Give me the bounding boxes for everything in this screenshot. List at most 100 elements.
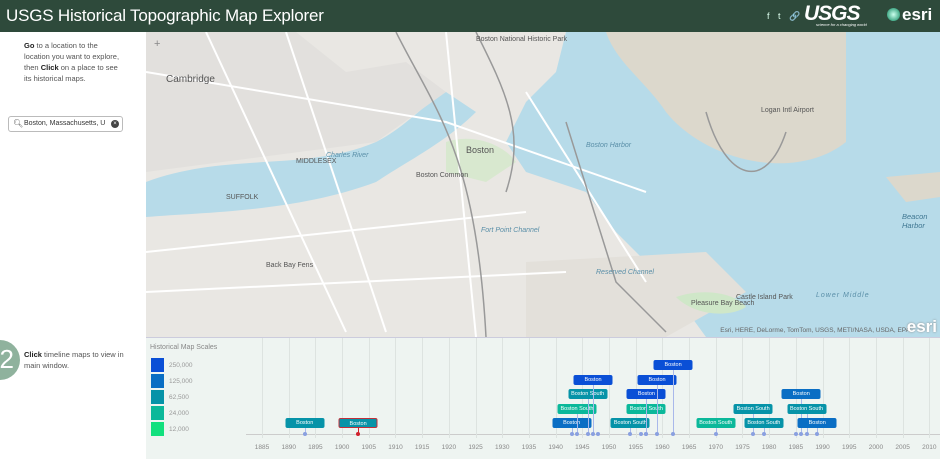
timeline-map-tag[interactable]: Boston South: [733, 403, 773, 414]
map-label: Pleasure Bay Beach: [691, 300, 755, 307]
map-view[interactable]: + Cambridge Boston Boston Harbor Logan I…: [146, 32, 940, 337]
legend-title: Historical Map Scales: [150, 344, 218, 351]
step2-badge: 2: [0, 340, 20, 380]
timeline-map-tag[interactable]: Boston: [285, 418, 325, 428]
timeline-map-tag[interactable]: Boston: [338, 418, 378, 428]
year-tick-label: 1900: [334, 444, 350, 451]
search-input[interactable]: 🔍︎ Boston, Massachusetts, U ×: [8, 116, 123, 132]
timeline-map-tag[interactable]: Boston South: [610, 418, 650, 428]
app-title: USGS Historical Topographic Map Explorer: [6, 6, 324, 25]
year-tick-label: 1915: [414, 444, 430, 451]
year-tick-label: 1890: [281, 444, 296, 451]
scale-swatch: [151, 406, 164, 420]
year-tick-label: 1990: [815, 444, 830, 451]
timeline-dot[interactable]: [793, 432, 798, 436]
timeline-map-tag[interactable]: Boston South: [568, 389, 608, 399]
timeline-dot[interactable]: [591, 432, 595, 436]
timeline-dot[interactable]: [574, 432, 579, 436]
gridline: [262, 338, 263, 438]
timeline-panel: Historical Map Scales 250,000 125,000 62,5…: [146, 337, 940, 459]
zoom-in-button[interactable]: +: [154, 38, 160, 50]
timeline-map-tag[interactable]: Boston: [637, 374, 677, 385]
scale-label: 125,000: [169, 378, 193, 385]
map-label: Lower Middle: [816, 292, 870, 299]
year-tick-label: 1965: [681, 444, 697, 451]
timeline-dot[interactable]: [596, 432, 601, 436]
step1-instructions: Go to a location to the location you wan…: [24, 41, 120, 83]
timeline-dot[interactable]: [356, 432, 361, 436]
esri-globe-icon: [887, 8, 900, 21]
year-tick-label: 1925: [468, 444, 483, 451]
link-icon[interactable]: 🔗: [789, 11, 800, 21]
year-tick-label: 1940: [548, 444, 563, 451]
gridline: [609, 338, 610, 438]
gridline: [875, 338, 877, 438]
map-label: Boston Common: [416, 172, 469, 179]
year-tick-label: 1910: [388, 444, 403, 451]
map-label: Back Bay Fens: [266, 262, 314, 269]
usgs-tagline: science for a changing world: [816, 22, 867, 27]
timeline-map-tag[interactable]: Boston: [653, 360, 693, 370]
year-tick-label: 1920: [441, 444, 457, 451]
scale-label: 62,500: [169, 394, 189, 401]
year-tick-label: 1955: [628, 444, 643, 451]
timeline-dot[interactable]: [655, 432, 660, 436]
map-label: Reserved Channel: [596, 269, 654, 276]
map-label: Castle Island Park: [736, 294, 793, 301]
timeline-dot[interactable]: [569, 432, 574, 436]
esri-map-logo: esri: [906, 317, 937, 336]
year-tick-label: 1905: [361, 444, 377, 451]
map-label: Boston Harbor: [586, 142, 632, 149]
year-tick-label: 2005: [895, 444, 910, 451]
year-tick-label: 1885: [254, 444, 270, 451]
timeline-map-tag[interactable]: Boston: [626, 389, 666, 399]
timeline-map-tag[interactable]: Boston South: [696, 418, 736, 428]
timeline-dot[interactable]: [761, 432, 766, 436]
timeline-map-tag[interactable]: Boston: [797, 418, 837, 428]
timeline-dot[interactable]: [815, 432, 820, 436]
scale-label: 12,000: [169, 426, 189, 433]
gridline: [662, 338, 664, 438]
step2-instructions: Click timeline maps to view in main wind…: [24, 350, 124, 370]
gridline: [742, 338, 744, 438]
map-label: Cambridge: [166, 74, 215, 85]
year-tick-label: 1930: [495, 444, 510, 451]
timeline-dot[interactable]: [302, 432, 307, 436]
timeline-dot[interactable]: [585, 432, 590, 436]
timeline-dot[interactable]: [628, 432, 633, 436]
scale-swatch: [151, 358, 164, 372]
timeline-dot[interactable]: [804, 432, 809, 436]
timeline-dot[interactable]: [799, 432, 804, 436]
facebook-icon[interactable]: f: [767, 11, 775, 21]
year-tick-label: 1935: [521, 444, 537, 451]
sidebar: Go to a location to the location you wan…: [0, 32, 146, 459]
year-tick-label: 1975: [735, 444, 750, 451]
timeline-dot[interactable]: [751, 432, 756, 436]
map-label: Boston: [466, 145, 495, 155]
timeline-map-tag[interactable]: Boston South: [557, 403, 597, 414]
map-label: Boston National Historic Park: [476, 36, 568, 43]
year-tick-label: 1970: [708, 444, 724, 451]
clear-icon[interactable]: ×: [111, 120, 119, 128]
map-label: SUFFOLK: [226, 194, 259, 201]
gridline: [502, 338, 504, 438]
timeline-dot[interactable]: [671, 432, 676, 436]
esri-logo[interactable]: esri: [902, 5, 932, 25]
timeline-stem: [593, 384, 594, 434]
timeline-dot[interactable]: [644, 432, 649, 436]
timeline-map-tag[interactable]: Boston: [573, 374, 613, 385]
map-label: MIDDLESEX: [296, 158, 337, 165]
timeline-map-tag[interactable]: Boston: [781, 389, 821, 399]
timeline-stem: [673, 370, 675, 434]
timeline-dot[interactable]: [639, 432, 644, 436]
gridline: [795, 338, 797, 438]
timeline-dot[interactable]: [713, 432, 718, 436]
timeline-map-tag[interactable]: Boston South: [787, 403, 827, 414]
twitter-icon[interactable]: t: [778, 11, 786, 21]
timeline-stem: [587, 399, 589, 434]
scale-swatch: [151, 390, 164, 404]
gridline: [849, 338, 851, 438]
timeline-map-tag[interactable]: Boston: [552, 418, 592, 428]
year-tick-label: 1950: [601, 444, 617, 451]
timeline-map-tag[interactable]: Boston South: [744, 418, 784, 428]
